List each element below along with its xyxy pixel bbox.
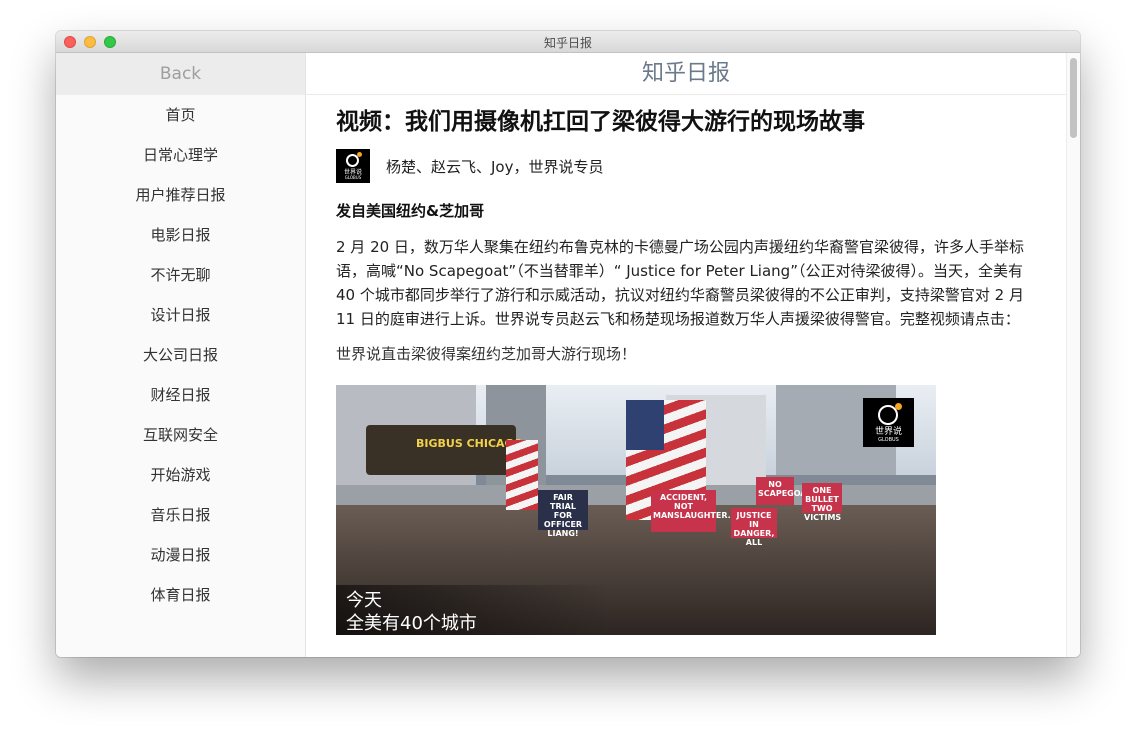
scrollbar-thumb[interactable]	[1070, 58, 1077, 138]
us-flag-canton	[626, 400, 664, 450]
sidebar-nav: 首页 日常心理学 用户推荐日报 电影日报 不许无聊 设计日报 大公司日报 财经日…	[56, 95, 305, 615]
sidebar-item-finance[interactable]: 财经日报	[56, 375, 305, 415]
video-bus	[366, 425, 516, 475]
main-content: 知乎日报 视频：我们用摄像机扛回了梁彼得大游行的现场故事 世界说 GLOBUS …	[306, 53, 1066, 657]
article-body: 2 月 20 日，数万华人聚集在纽约布鲁克林的卡德曼广场公园内声援纽约华裔警官梁…	[336, 238, 1024, 328]
protest-sign: ONE BULLET TWO VICTIMS	[802, 483, 842, 522]
vertical-scrollbar[interactable]	[1066, 53, 1080, 657]
sidebar-item-design[interactable]: 设计日报	[56, 295, 305, 335]
video-caption-line2: 全美有40个城市	[346, 613, 477, 634]
protest-sign: FAIR TRIAL FOR OFFICER LIANG!	[538, 490, 588, 538]
article: 视频：我们用摄像机扛回了梁彼得大游行的现场故事 世界说 GLOBUS 杨楚、赵云…	[336, 107, 1031, 635]
sidebar-item-movies[interactable]: 电影日报	[56, 215, 305, 255]
logo-dot	[357, 152, 362, 157]
logo-brand-sub: GLOBUS	[878, 437, 899, 443]
sidebar-item-games[interactable]: 开始游戏	[56, 455, 305, 495]
sidebar-item-anime[interactable]: 动漫日报	[56, 535, 305, 575]
titlebar[interactable]: 知乎日报	[56, 31, 1080, 53]
section-heading: 发自美国纽约&芝加哥	[336, 202, 485, 220]
page-title: 知乎日报	[306, 53, 1066, 95]
video-watermark-logo: 世界说 GLOBUS	[863, 398, 914, 447]
logo-dot	[895, 403, 902, 410]
app-window: 知乎日报 Back 首页 日常心理学 用户推荐日报 电影日报 不许无聊 设计日报…	[56, 31, 1080, 657]
logo-brand: 世界说	[874, 427, 902, 437]
video-caption-line1: 今天	[346, 590, 382, 611]
sidebar-item-big-companies[interactable]: 大公司日报	[56, 335, 305, 375]
video-link[interactable]: 世界说直击梁彼得案纽约芝加哥大游行现场！	[336, 343, 1031, 365]
sidebar-item-psychology[interactable]: 日常心理学	[56, 135, 305, 175]
video-player[interactable]: BIGBUS CHICAGO ACCIDENT, NOT MANSLAUGHTE…	[336, 385, 936, 635]
author-avatar: 世界说 GLOBUS	[336, 149, 370, 183]
sidebar-item-home[interactable]: 首页	[56, 95, 305, 135]
protest-sign: ACCIDENT, NOT MANSLAUGHTER.	[651, 490, 731, 532]
sidebar-item-music[interactable]: 音乐日报	[56, 495, 305, 535]
back-button[interactable]: Back	[56, 53, 305, 95]
sidebar-item-internet-security[interactable]: 互联网安全	[56, 415, 305, 455]
sidebar-item-sports[interactable]: 体育日报	[56, 575, 305, 615]
sidebar: Back 首页 日常心理学 用户推荐日报 电影日报 不许无聊 设计日报 大公司日…	[56, 53, 306, 657]
sidebar-item-user-recommended[interactable]: 用户推荐日报	[56, 175, 305, 215]
protest-sign: JUSTICE IN DANGER, ALL	[731, 508, 777, 547]
window-title: 知乎日报	[543, 36, 592, 50]
avatar-brand-sub: GLOBUS	[344, 175, 362, 180]
author-row: 世界说 GLOBUS 杨楚、赵云飞、Joy，世界说专员	[336, 149, 1031, 183]
protest-sign: NO SCAPEGOAT	[756, 477, 811, 505]
us-flag-small	[506, 440, 538, 510]
article-title: 视频：我们用摄像机扛回了梁彼得大游行的现场故事	[336, 109, 865, 135]
author-names: 杨楚、赵云飞、Joy，世界说专员	[386, 157, 604, 176]
sidebar-item-no-boredom[interactable]: 不许无聊	[56, 255, 305, 295]
